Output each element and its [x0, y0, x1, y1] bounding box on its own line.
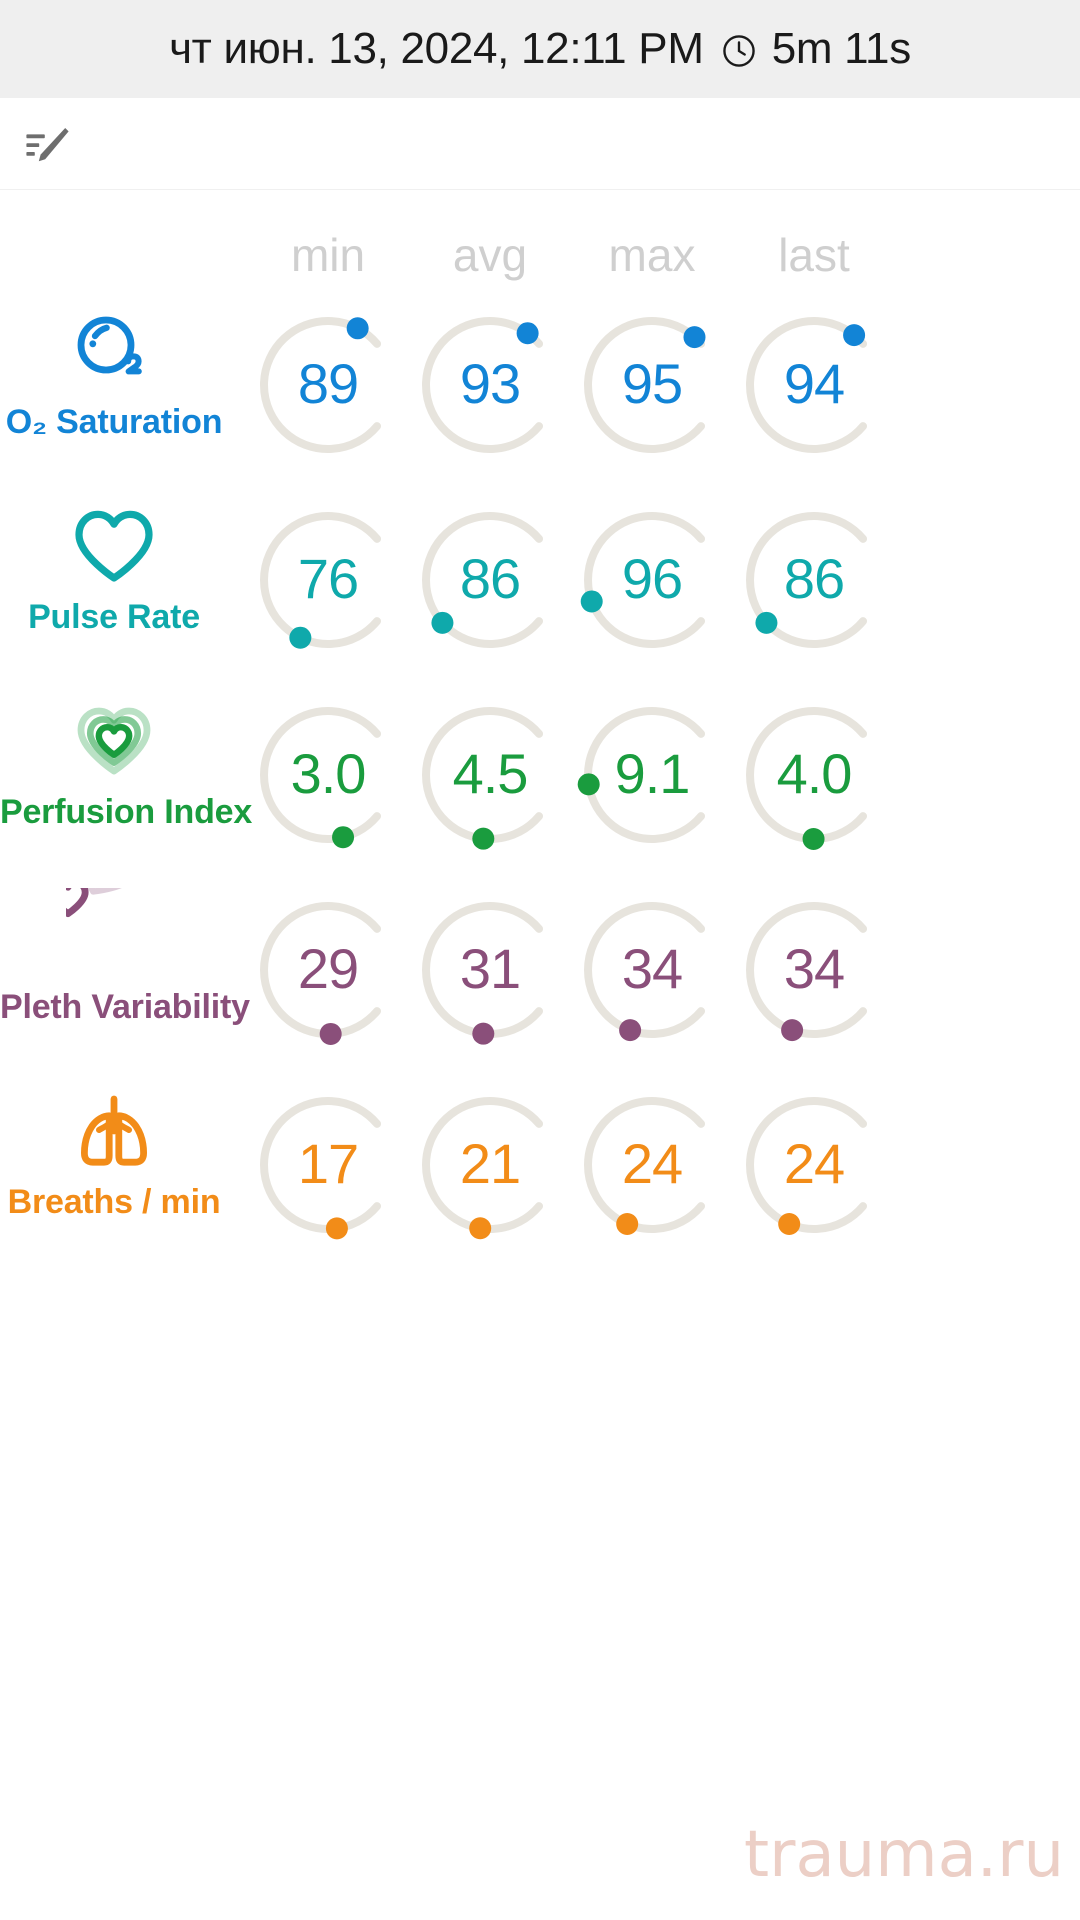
metric-label-group[interactable]: Pleth Variability	[0, 870, 250, 1066]
metric-label: Breaths / min	[7, 1183, 221, 1221]
metric-row: Breaths / min 17 21 24 24	[0, 1065, 1080, 1261]
o2-bubble-icon	[0, 301, 228, 401]
header-bar: чт июн. 13, 2024, 12:11 PM 5m 11s	[0, 0, 1080, 98]
session-datetime: чт июн. 13, 2024, 12:11 PM	[169, 24, 704, 73]
nested-hearts-icon	[0, 691, 228, 791]
heart-outline-icon	[75, 510, 153, 582]
metric-label-group[interactable]: Pulse Rate	[0, 480, 228, 676]
metric-label-group[interactable]: Perfusion Index	[0, 675, 253, 871]
toolbar	[0, 98, 1080, 190]
gauge-value: 34	[783, 936, 845, 1000]
heart-outline-icon	[0, 496, 228, 596]
gauge-cell[interactable]: 34	[714, 888, 914, 1048]
column-headers: min avg max last	[0, 228, 1080, 288]
metric-label: O₂ Saturation	[5, 403, 223, 441]
metric-row: O₂ Saturation 89 93 95 94	[0, 285, 1080, 481]
metric-label: Perfusion Index	[0, 793, 253, 831]
gauge-cell[interactable]: 94	[714, 303, 914, 463]
gauge-cell[interactable]: 4.0	[714, 693, 914, 853]
edit-note-icon[interactable]	[22, 120, 74, 172]
vitals-summary-screen: чт июн. 13, 2024, 12:11 PM 5m 11s min av…	[0, 0, 1080, 1920]
metric-row: Perfusion Index 3.0 4.5 9.1 4.0	[0, 675, 1080, 871]
metric-label-group[interactable]: Breaths / min	[0, 1065, 228, 1261]
lungs-icon	[81, 1095, 147, 1166]
gauge-cell[interactable]: 86	[714, 498, 914, 658]
clock-icon	[720, 32, 758, 70]
gauge-value: 24	[783, 1131, 845, 1195]
gauge-value: 4.0	[776, 741, 853, 805]
gauge-value: 86	[783, 546, 845, 610]
metric-row: Pleth Variability 29 31 34 34	[0, 870, 1080, 1066]
metric-label: Pulse Rate	[28, 598, 200, 636]
gauge-cell[interactable]: 24	[714, 1083, 914, 1243]
metric-label: Pleth Variability	[0, 988, 250, 1026]
overlapping-hearts-icon	[0, 886, 228, 986]
column-header-last: last	[778, 229, 850, 281]
nested-hearts-icon	[77, 707, 151, 775]
metric-label-group[interactable]: O₂ Saturation	[0, 285, 228, 481]
overlapping-hearts-icon	[66, 888, 143, 918]
o2-bubble-icon	[77, 316, 142, 375]
metric-row: Pulse Rate 76 86 96 86	[0, 480, 1080, 676]
session-duration: 5m 11s	[771, 24, 912, 73]
gauge-value: 94	[783, 351, 845, 415]
watermark: trauma.ru	[744, 1818, 1064, 1892]
lungs-icon	[0, 1081, 228, 1181]
